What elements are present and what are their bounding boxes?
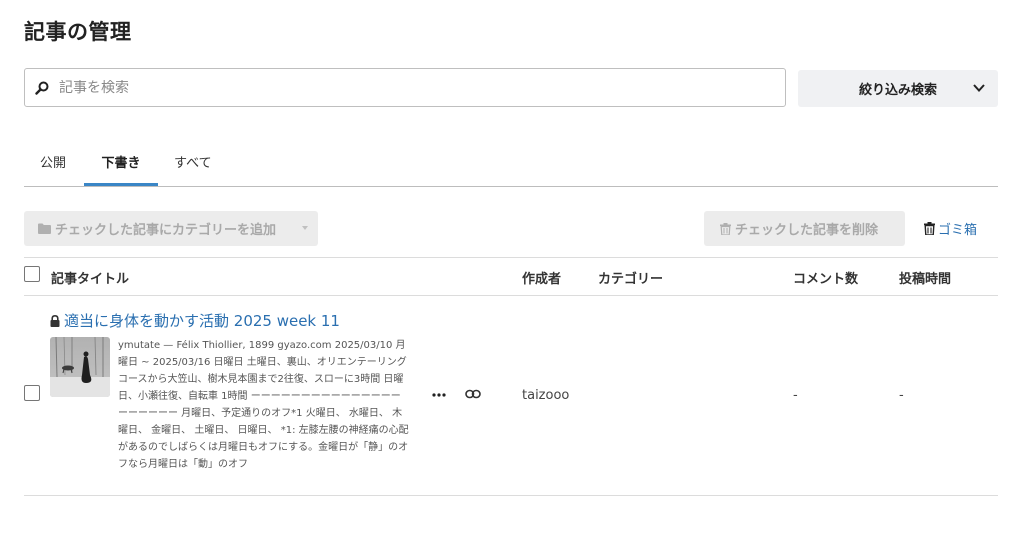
trash-icon <box>924 222 935 235</box>
select-all-checkbox[interactable] <box>24 266 40 282</box>
caret-down-icon <box>302 226 308 230</box>
header-author: 作成者 <box>522 272 562 287</box>
header-category: カテゴリー <box>598 272 664 287</box>
search-input[interactable] <box>59 79 759 96</box>
delete-checked-label: チェックした記事を削除 <box>735 223 879 238</box>
entry-posted-time: - <box>899 388 904 403</box>
lock-icon <box>50 314 60 327</box>
add-category-button[interactable]: チェックした記事にカテゴリーを追加 <box>24 211 318 246</box>
folder-icon <box>38 223 51 234</box>
header-title: 記事タイトル <box>51 272 130 287</box>
trash-icon <box>720 222 731 235</box>
search-box[interactable] <box>24 68 786 107</box>
active-tab-indicator <box>84 183 158 186</box>
table-divider <box>24 495 998 496</box>
search-icon <box>35 81 49 95</box>
more-horizontal-icon[interactable] <box>432 392 446 398</box>
status-tabs: 公開 下書き すべて <box>24 142 998 187</box>
filter-search-button[interactable]: 絞り込み検索 <box>798 70 998 107</box>
entry-author: taizooo <box>522 388 570 403</box>
table-divider <box>24 295 998 296</box>
entry-thumbnail <box>50 337 110 397</box>
tab-all[interactable]: すべて <box>174 142 212 187</box>
tab-drafts[interactable]: 下書き <box>84 142 158 187</box>
header-comments: コメント数 <box>793 272 859 287</box>
chevron-down-icon <box>973 84 985 92</box>
entry-excerpt: ymutate — Félix Thiollier, 1899 gyazo.co… <box>118 340 409 470</box>
add-category-label: チェックした記事にカテゴリーを追加 <box>55 223 277 238</box>
filter-search-label: 絞り込み検索 <box>858 83 937 98</box>
tab-published[interactable]: 公開 <box>40 142 66 187</box>
delete-checked-button[interactable]: チェックした記事を削除 <box>704 211 905 246</box>
table-divider <box>24 257 998 258</box>
page-title: 記事の管理 <box>24 20 132 44</box>
entry-title-link[interactable]: 適当に身体を動かす活動 2025 week 11 <box>50 310 340 331</box>
link-icon[interactable] <box>465 389 481 399</box>
row-checkbox[interactable] <box>24 385 40 401</box>
header-posted: 投稿時間 <box>899 272 952 287</box>
entry-title-text: 適当に身体を動かす活動 2025 week 11 <box>64 312 340 330</box>
trash-label: ゴミ箱 <box>938 223 978 238</box>
entry-comment-count: - <box>793 388 798 403</box>
trash-link[interactable]: ゴミ箱 <box>924 219 977 238</box>
